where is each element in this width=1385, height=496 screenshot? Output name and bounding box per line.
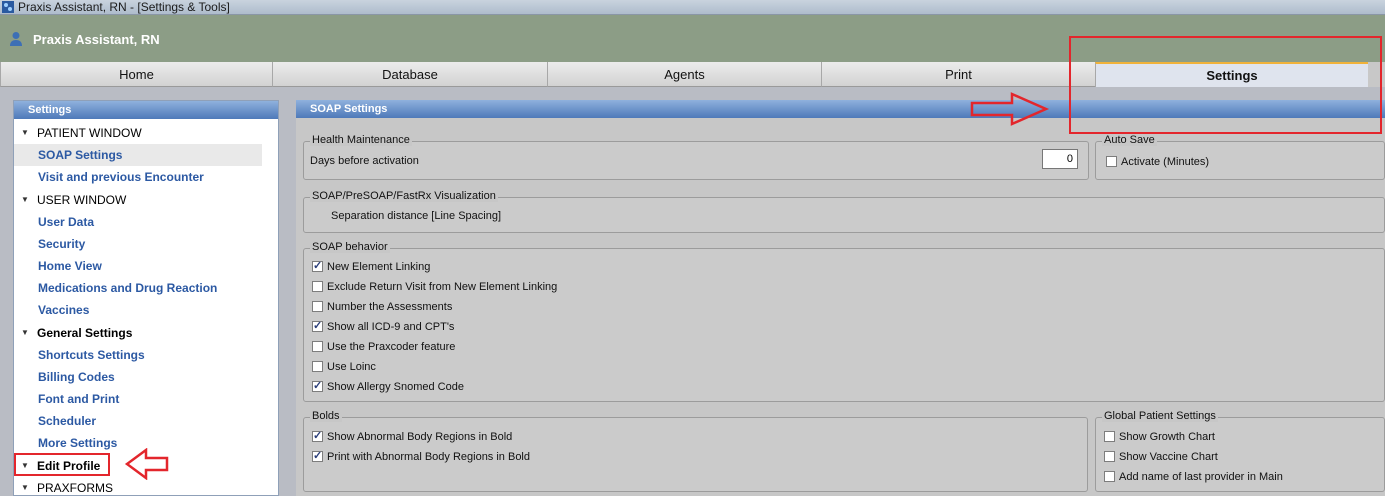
days-before-activation-label: Days before activation <box>310 155 419 167</box>
sidebar-item-user-data[interactable]: User Data <box>14 211 278 233</box>
checkbox-label: Number the Assessments <box>327 301 453 313</box>
bolds-group: Bolds Show Abnormal Body Regions in Bold… <box>303 410 1088 492</box>
show-allergy-snomed-checkbox[interactable]: Show Allergy Snomed Code <box>312 379 464 394</box>
sidebar-item-shortcuts[interactable]: Shortcuts Settings <box>14 344 278 366</box>
sidebar-title: Settings <box>14 101 278 119</box>
checkbox-label: Print with Abnormal Body Regions in Bold <box>327 451 530 463</box>
checkbox-label: Use the Praxcoder feature <box>327 341 456 353</box>
sidebar-item-visit-encounter[interactable]: Visit and previous Encounter <box>14 166 278 188</box>
sidebar-item-billing-codes[interactable]: Billing Codes <box>14 366 278 388</box>
settings-sidebar: Settings ▼ PATIENT WINDOW SOAP Settings … <box>13 100 279 496</box>
sidebar-group-label: PRAXFORMS <box>37 481 114 495</box>
checkbox-label: Show all ICD-9 and CPT's <box>327 321 455 333</box>
sidebar-item-home-view[interactable]: Home View <box>14 255 278 277</box>
sidebar-group-patient-window[interactable]: ▼ PATIENT WINDOW <box>14 122 278 144</box>
window-titlebar: Praxis Assistant, RN - [Settings & Tools… <box>0 0 1385 15</box>
tab-home[interactable]: Home <box>0 62 272 87</box>
sidebar-group-general-settings[interactable]: ▼ General Settings <box>14 322 278 344</box>
group-legend: SOAP/PreSOAP/FastRx Visualization <box>310 190 498 202</box>
sidebar-item-vaccines[interactable]: Vaccines <box>14 299 278 321</box>
new-element-linking-checkbox[interactable]: New Element Linking <box>312 259 431 274</box>
collapse-triangle-icon: ▼ <box>21 328 29 337</box>
collapse-triangle-icon: ▼ <box>21 128 29 137</box>
soap-behavior-group: SOAP behavior New Element Linking Exclud… <box>303 241 1385 402</box>
sidebar-item-scheduler[interactable]: Scheduler <box>14 410 278 432</box>
tab-database[interactable]: Database <box>272 62 547 87</box>
checkbox-label: Show Vaccine Chart <box>1119 451 1218 463</box>
show-growth-chart-checkbox[interactable]: Show Growth Chart <box>1104 430 1215 444</box>
sidebar-item-security[interactable]: Security <box>14 233 278 255</box>
show-vaccine-chart-checkbox[interactable]: Show Vaccine Chart <box>1104 450 1218 464</box>
show-icd9-cpt-checkbox[interactable]: Show all ICD-9 and CPT's <box>312 319 455 334</box>
tab-agents[interactable]: Agents <box>547 62 821 87</box>
checkbox-box[interactable] <box>1104 431 1115 442</box>
collapse-triangle-icon: ▼ <box>21 483 29 492</box>
app-icon <box>2 1 14 13</box>
auto-save-group: Auto Save Activate (Minutes) <box>1095 134 1385 180</box>
checkbox-box[interactable] <box>312 259 323 273</box>
checkbox-box[interactable] <box>1104 451 1115 462</box>
health-maintenance-group: Health Maintenance Days before activatio… <box>303 134 1089 180</box>
checkbox-label: New Element Linking <box>327 261 431 273</box>
global-patient-settings-group: Global Patient Settings Show Growth Char… <box>1095 410 1385 492</box>
sidebar-group-label: USER WINDOW <box>37 193 127 207</box>
add-last-provider-checkbox[interactable]: Add name of last provider in Main <box>1104 470 1283 484</box>
checkbox-label: Exclude Return Visit from New Element Li… <box>327 281 558 293</box>
use-praxcoder-checkbox[interactable]: Use the Praxcoder feature <box>312 340 455 354</box>
checkbox-box[interactable] <box>312 281 323 292</box>
checkbox-box[interactable] <box>312 429 323 443</box>
sidebar-group-user-window[interactable]: ▼ USER WINDOW <box>14 189 278 211</box>
checkbox-label: Show Abnormal Body Regions in Bold <box>327 431 513 443</box>
group-legend: SOAP behavior <box>310 241 390 253</box>
collapse-triangle-icon: ▼ <box>21 195 29 204</box>
annotation-box-edit-profile <box>14 453 110 476</box>
sidebar-item-soap-settings[interactable]: SOAP Settings <box>14 144 262 166</box>
checkbox-box[interactable] <box>312 301 323 312</box>
separation-distance-label: Separation distance [Line Spacing] <box>331 210 502 222</box>
tab-print[interactable]: Print <box>821 62 1095 87</box>
sidebar-item-font-print[interactable]: Font and Print <box>14 388 278 410</box>
sidebar-item-medications[interactable]: Medications and Drug Reaction <box>14 277 278 299</box>
checkbox-box[interactable] <box>312 379 323 393</box>
show-abnormal-bold-checkbox[interactable]: Show Abnormal Body Regions in Bold <box>312 429 513 444</box>
checkbox-box[interactable] <box>1104 471 1115 482</box>
days-before-activation-input[interactable]: 0 <box>1042 149 1078 169</box>
checkbox-label: Show Growth Chart <box>1119 431 1215 443</box>
use-loinc-checkbox[interactable]: Use Loinc <box>312 360 376 374</box>
checkbox-label: Add name of last provider in Main <box>1119 471 1283 483</box>
number-assessments-checkbox[interactable]: Number the Assessments <box>312 300 452 314</box>
user-name: Praxis Assistant, RN <box>33 32 160 47</box>
group-legend: Bolds <box>310 410 342 422</box>
annotation-arrow-left-icon <box>124 448 169 480</box>
checkbox-box[interactable] <box>312 319 323 333</box>
group-legend: Global Patient Settings <box>1102 410 1218 422</box>
checkbox-box[interactable] <box>312 361 323 372</box>
checkbox-box[interactable] <box>312 449 323 463</box>
checkbox-box[interactable] <box>1106 156 1117 167</box>
exclude-return-visit-checkbox[interactable]: Exclude Return Visit from New Element Li… <box>312 280 557 294</box>
group-legend: Health Maintenance <box>310 134 412 146</box>
checkbox-box[interactable] <box>312 341 323 352</box>
sidebar-group-label: PATIENT WINDOW <box>37 126 142 140</box>
window-title: Praxis Assistant, RN - [Settings & Tools… <box>18 0 230 14</box>
checkbox-label: Activate (Minutes) <box>1121 156 1210 168</box>
checkbox-label: Use Loinc <box>327 361 376 373</box>
annotation-box-settings-tab <box>1069 36 1382 134</box>
print-abnormal-bold-checkbox[interactable]: Print with Abnormal Body Regions in Bold <box>312 449 530 464</box>
visualization-group: SOAP/PreSOAP/FastRx Visualization Separa… <box>303 190 1385 233</box>
group-legend: Auto Save <box>1102 134 1157 146</box>
annotation-arrow-right-icon <box>970 92 1050 126</box>
checkbox-label: Show Allergy Snomed Code <box>327 381 464 393</box>
sidebar-group-label: General Settings <box>37 326 133 340</box>
auto-save-checkbox[interactable]: Activate (Minutes) <box>1106 155 1209 169</box>
soap-settings-panel: SOAP Settings Health Maintenance Days be… <box>296 100 1385 496</box>
person-icon <box>10 32 22 46</box>
